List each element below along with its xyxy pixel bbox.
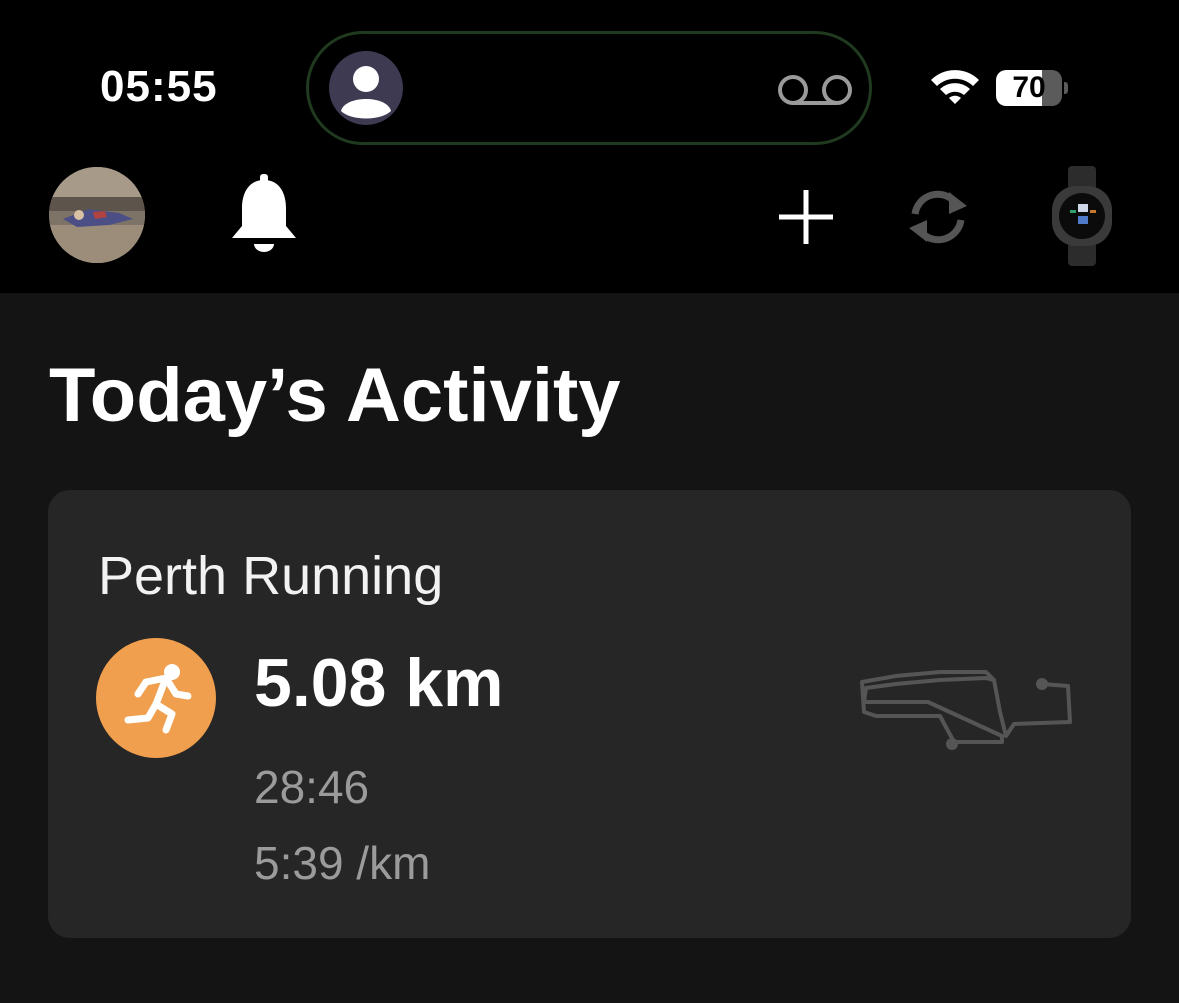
battery-level: 70 [1012, 71, 1046, 104]
add-icon[interactable] [777, 188, 835, 246]
wifi-icon [931, 70, 979, 104]
activity-type-badge [96, 638, 216, 758]
running-icon [124, 664, 192, 734]
activity-distance: 5.08 km [254, 645, 504, 721]
voicemail-icon [778, 75, 852, 105]
watch-icon[interactable] [1048, 166, 1116, 266]
battery-icon: 70 [996, 70, 1068, 106]
top-bar: 05:55 70 [0, 0, 1179, 293]
activity-pace: 5:39 /km [254, 837, 431, 889]
bell-icon[interactable] [230, 174, 298, 256]
activity-duration: 28:46 [254, 761, 370, 813]
sync-icon[interactable] [897, 186, 979, 248]
status-time: 05:55 [100, 62, 218, 111]
route-map [860, 670, 1072, 750]
activity-name: Perth Running [98, 546, 444, 606]
avatar-photo [49, 167, 145, 263]
activity-card[interactable]: Perth Running 5.08 km 28:46 5:39 /km [48, 490, 1131, 938]
dynamic-island[interactable] [306, 31, 872, 145]
contact-avatar-icon [329, 51, 403, 125]
page-title: Today’s Activity [49, 353, 621, 438]
profile-avatar[interactable] [49, 167, 145, 263]
